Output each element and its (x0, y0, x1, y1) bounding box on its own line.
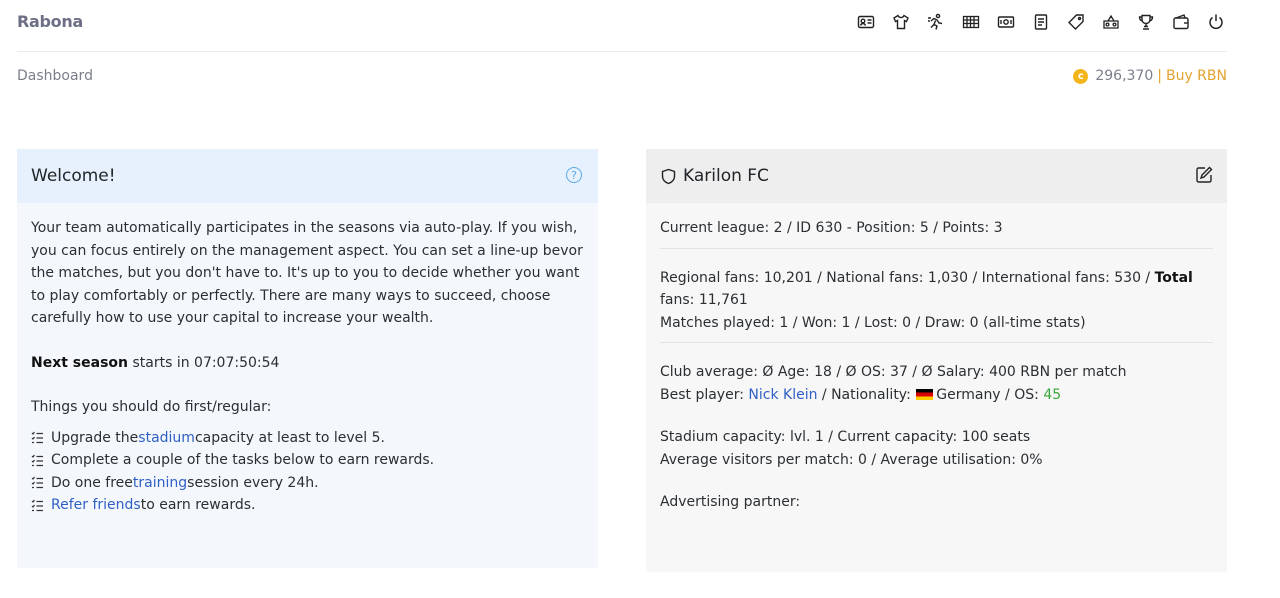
wallet-icon[interactable] (1170, 11, 1192, 33)
best-player-link[interactable]: Nick Klein (748, 387, 817, 403)
os-label: / OS: (1000, 386, 1044, 403)
fans-icon[interactable] (1100, 11, 1122, 33)
tag-icon[interactable] (1065, 11, 1087, 33)
edit-icon[interactable] (1194, 165, 1214, 185)
id-card-icon[interactable] (855, 11, 877, 33)
buy-rbn-link[interactable]: Buy RBN (1166, 68, 1227, 84)
next-season-line: Next season starts in 07:07:50:54 (31, 352, 584, 375)
matches-info: Matches played: 1 / Won: 1 / Lost: 0 / D… (660, 314, 1086, 331)
sub-header: Dashboard c 296,370 | Buy RBN (17, 68, 1227, 88)
shield-icon (661, 168, 676, 184)
list-check-icon (31, 431, 43, 444)
help-icon[interactable]: ? (566, 167, 582, 183)
todo-text: Complete a couple of the tasks below to … (51, 452, 435, 468)
money-icon[interactable] (995, 11, 1017, 33)
club-average: Club average: Ø Age: 18 / Ø OS: 37 / Ø S… (660, 364, 1127, 380)
list-check-icon (31, 499, 43, 511)
todo-text: Upgrade the (51, 429, 139, 446)
nav-icon-bar (855, 11, 1227, 33)
next-season-label: Next season (31, 354, 129, 371)
todo-item: Do one free training session every 24h. (31, 472, 584, 495)
fans-total-value: fans: 11,761 (660, 292, 748, 308)
best-player-label: Best player: (660, 386, 749, 403)
top-navbar: Rabona (17, 0, 1227, 52)
todo-item: Refer friends to earn rewards. (31, 494, 584, 517)
nationality-label: / Nationality: (817, 386, 916, 403)
power-icon[interactable] (1205, 11, 1227, 33)
brand-logo[interactable]: Rabona (17, 12, 83, 31)
stadium-info: Stadium capacity: lvl. 1 / Current capac… (660, 429, 1031, 445)
stadium-link[interactable]: stadium (138, 427, 195, 450)
germany-flag-icon (916, 388, 934, 400)
visitors-info: Average visitors per match: 0 / Average … (660, 451, 1043, 468)
document-icon[interactable] (1030, 11, 1052, 33)
list-check-icon (31, 454, 43, 466)
todo-item: Upgrade the stadium capacity at least to… (31, 427, 584, 450)
advertising-partner: Advertising partner: (660, 494, 801, 510)
welcome-intro: Your team automatically participates in … (31, 220, 583, 326)
club-title: Karilon FC (683, 166, 769, 186)
todo-text: capacity at least to level 5. (194, 429, 385, 446)
club-card: Karilon FC Current league: 2 / ID 630 - … (646, 149, 1227, 572)
player-icon[interactable] (925, 11, 947, 33)
todo-text: to earn rewards. (140, 497, 256, 513)
fans-total-label: Total (1154, 269, 1193, 286)
todo-item: Complete a couple of the tasks below to … (31, 449, 584, 472)
league-info: Current league: 2 / ID 630 - Position: 5… (660, 220, 1003, 236)
club-card-header: Karilon FC (646, 149, 1227, 203)
stadium-icon[interactable] (960, 11, 982, 33)
welcome-title: Welcome! (31, 166, 116, 186)
welcome-card-body: Your team automatically participates in … (17, 203, 598, 531)
todo-text: Do one free (51, 474, 133, 491)
training-link[interactable]: training (133, 472, 187, 495)
todo-text: session every 24h. (187, 474, 319, 491)
coin-icon: c (1073, 68, 1089, 84)
fans-text: Regional fans: 10,201 / National fans: 1… (660, 269, 1155, 286)
shirt-icon[interactable] (890, 11, 912, 33)
divider (660, 247, 1213, 249)
list-check-icon (31, 476, 43, 489)
fans-info: Regional fans: 10,201 / National fans: 1… (660, 267, 1213, 312)
os-value: 45 (1043, 386, 1062, 403)
breadcrumb: Dashboard (17, 68, 93, 84)
club-card-body: Current league: 2 / ID 630 - Position: 5… (646, 203, 1227, 528)
balance-display: c 296,370 | Buy RBN (1073, 68, 1227, 84)
divider (660, 342, 1213, 343)
welcome-card: Welcome! ? Your team automatically parti… (17, 149, 598, 568)
trophy-icon[interactable] (1135, 11, 1157, 33)
refer-friends-link[interactable]: Refer friends (51, 494, 141, 517)
nationality-value: Germany (936, 386, 1001, 403)
welcome-card-header: Welcome! ? (17, 149, 598, 203)
balance-amount: 296,370 (1095, 68, 1154, 84)
next-season-countdown: starts in 07:07:50:54 (128, 354, 280, 371)
best-player-info: Best player: Nick Klein / Nationality: G… (660, 384, 1213, 407)
balance-separator: | (1157, 68, 1162, 84)
things-label: Things you should do first/regular: (31, 399, 272, 415)
